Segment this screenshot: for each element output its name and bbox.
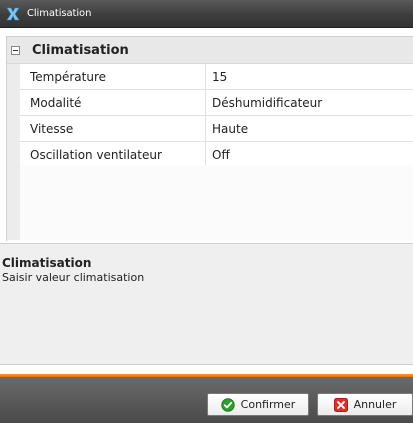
property-row-vitesse[interactable]: Vitesse Haute [20,116,413,142]
collapse-icon[interactable] [11,45,20,55]
section-title: Climatisation [32,42,129,58]
property-row-temperature[interactable]: Température 15 [20,64,413,90]
property-grid: Climatisation Température 15 Modalité Dé… [6,36,413,241]
x-logo-icon [6,7,20,20]
property-value-oscillation[interactable]: Off [206,142,413,167]
property-label: Oscillation ventilateur [20,142,206,167]
property-row-modalite[interactable]: Modalité Déshumidificateur [20,90,413,116]
property-value-vitesse[interactable]: Haute [206,116,413,141]
property-value-temperature[interactable]: 15 [206,64,413,89]
description-panel: Climatisation Saisir valeur climatisatio… [0,243,413,365]
cancel-button[interactable]: Annuler [317,393,413,416]
dialog-footer: Confirmer Annuler [0,377,413,423]
section-header[interactable]: Climatisation [7,37,413,64]
property-value-modalite[interactable]: Déshumidificateur [206,90,413,115]
description-text: Saisir valeur climatisation [2,271,145,284]
property-rows: Température 15 Modalité Déshumidificateu… [20,64,413,168]
property-label: Température [20,64,206,89]
window-title: Climatisation [27,8,92,19]
property-label: Modalité [20,90,206,115]
confirm-button[interactable]: Confirmer [207,393,309,416]
grid-gutter [7,64,20,240]
check-circle-icon [220,397,235,412]
property-label: Vitesse [20,116,206,141]
title-bar: Climatisation [0,0,413,28]
description-title: Climatisation [2,256,92,270]
x-box-icon [333,397,348,412]
cancel-label: Annuler [353,398,397,411]
confirm-label: Confirmer [240,398,296,411]
grid-empty-area [20,165,413,240]
